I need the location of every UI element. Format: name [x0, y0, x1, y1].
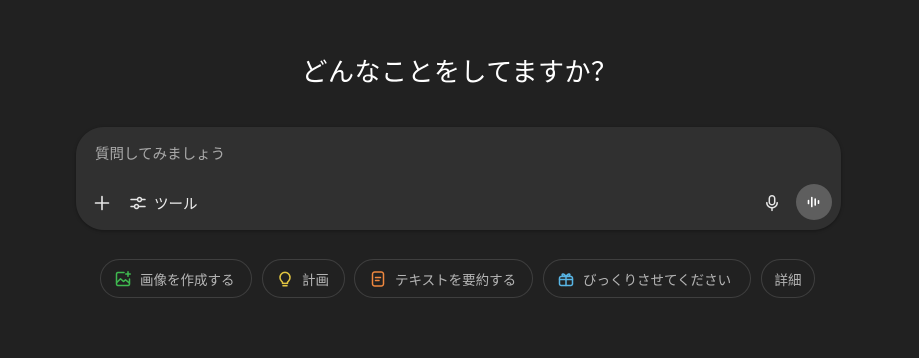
chip-label: 計画 — [302, 272, 329, 289]
page: どんなことをしてますか？ 質問してみましょう ツール 画像を作成する 計画 テキ… — [0, 0, 919, 358]
dictate-button[interactable] — [758, 189, 786, 217]
sliders-icon — [129, 194, 147, 212]
surprise-me-chip[interactable]: びっくりさせてください — [543, 259, 751, 298]
prompt-composer[interactable]: 質問してみましょう ツール — [76, 127, 841, 230]
tools-label: ツール — [154, 196, 198, 213]
tools-button[interactable]: ツール — [125, 189, 204, 217]
more-chip[interactable]: 詳細 — [761, 259, 815, 298]
prompt-input[interactable]: 質問してみましょう — [95, 144, 695, 166]
plan-chip[interactable]: 計画 — [262, 259, 345, 298]
page-title: どんなことをしてますか？ — [301, 58, 618, 88]
add-attachment-button[interactable] — [88, 189, 116, 217]
microphone-icon — [763, 194, 781, 212]
image-icon — [114, 270, 132, 288]
plus-icon — [93, 194, 111, 212]
create-image-chip[interactable]: 画像を作成する — [100, 259, 252, 298]
chip-label: 画像を作成する — [140, 272, 235, 289]
voice-mode-button[interactable] — [796, 184, 832, 220]
chip-label: テキストを要約する — [395, 272, 517, 289]
gift-icon — [557, 270, 575, 288]
waveform-icon — [805, 193, 823, 211]
lightbulb-icon — [276, 270, 294, 288]
summarize-text-chip[interactable]: テキストを要約する — [354, 259, 533, 298]
document-icon — [369, 270, 387, 288]
chip-label: びっくりさせてください — [583, 272, 732, 289]
chip-label: 詳細 — [774, 272, 802, 289]
